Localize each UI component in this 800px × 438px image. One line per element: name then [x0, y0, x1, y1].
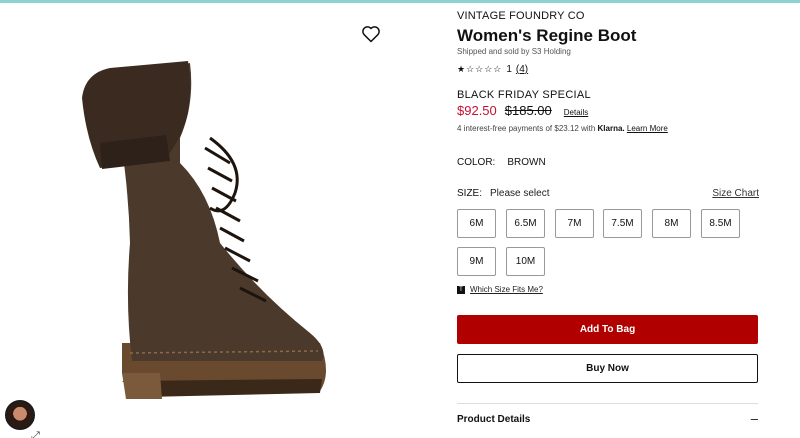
- product-image-boot[interactable]: [70, 43, 390, 413]
- sale-price: $92.50: [457, 103, 497, 118]
- add-to-bag-button[interactable]: Add To Bag: [457, 315, 758, 344]
- color-label: COLOR:: [457, 157, 496, 168]
- buy-now-button[interactable]: Buy Now: [457, 354, 758, 383]
- klarna-logo: Klarna.: [597, 124, 625, 133]
- klarna-learn-more-link[interactable]: Learn More: [627, 124, 668, 133]
- product-title: Women's Regine Boot: [457, 26, 637, 45]
- section-divider: [457, 403, 758, 404]
- size-option-7m[interactable]: 7M: [555, 209, 594, 238]
- size-selection: Please select: [490, 188, 550, 199]
- product-details-heading: Product Details: [457, 414, 531, 425]
- size-option-9m[interactable]: 9M: [457, 247, 496, 276]
- price-details-link[interactable]: Details: [564, 108, 588, 117]
- rating-stars-icon: ★☆☆☆☆: [457, 64, 503, 74]
- size-label: SIZE:: [457, 188, 483, 199]
- chat-avatar[interactable]: [5, 400, 35, 430]
- collapse-icon[interactable]: –: [751, 412, 758, 425]
- size-option-6m[interactable]: 6M: [457, 209, 496, 238]
- size-fit-text[interactable]: Which Size Fits Me?: [470, 285, 543, 294]
- review-count-link[interactable]: (4): [516, 64, 528, 75]
- rating-summary[interactable]: ★☆☆☆☆ 1 (4): [457, 64, 528, 75]
- price-row: $92.50 $185.00 Details: [457, 103, 588, 118]
- product-details-toggle[interactable]: Product Details –: [457, 412, 758, 425]
- rating-value: 1: [506, 64, 512, 75]
- size-chart-link[interactable]: Size Chart: [712, 188, 759, 199]
- original-price: $185.00: [504, 103, 552, 118]
- fit-guide-icon: T: [457, 285, 465, 294]
- klarna-text: 4 interest-free payments of $23.12 with: [457, 124, 598, 133]
- product-image-area: ⤢: [0, 3, 430, 438]
- size-option-8-5m[interactable]: 8.5M: [701, 209, 740, 238]
- heart-icon[interactable]: [361, 24, 381, 44]
- expand-icon[interactable]: ⤢: [31, 431, 45, 438]
- color-row: COLOR: BROWN: [457, 157, 546, 168]
- color-value: BROWN: [507, 157, 546, 168]
- size-option-6-5m[interactable]: 6.5M: [506, 209, 545, 238]
- size-row: SIZE: Please select Size Chart: [457, 188, 759, 199]
- size-option-8m[interactable]: 8M: [652, 209, 691, 238]
- size-option-7-5m[interactable]: 7.5M: [603, 209, 642, 238]
- size-option-10m[interactable]: 10M: [506, 247, 545, 276]
- promo-label: BLACK FRIDAY SPECIAL: [457, 89, 591, 101]
- klarna-message: 4 interest-free payments of $23.12 with …: [457, 124, 668, 133]
- size-fit-link[interactable]: T Which Size Fits Me?: [457, 285, 543, 294]
- brand-link[interactable]: VINTAGE FOUNDRY CO: [457, 10, 585, 22]
- shipped-by-text: Shipped and sold by S3 Holding: [457, 47, 571, 56]
